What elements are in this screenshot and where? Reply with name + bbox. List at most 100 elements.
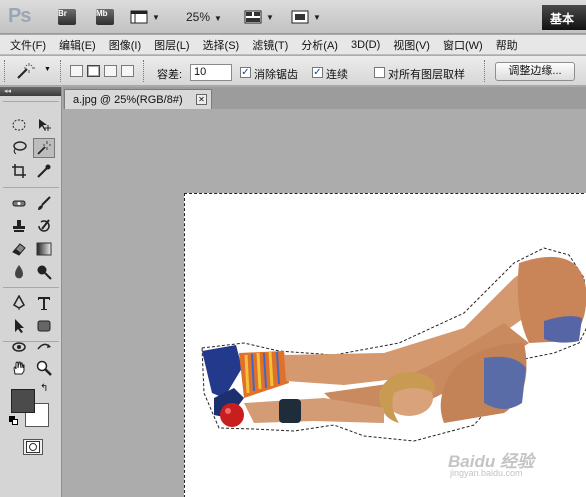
document-tab[interactable]: a.jpg @ 25%(RGB/8#) ✕ bbox=[64, 89, 212, 109]
brush-icon bbox=[38, 196, 51, 210]
3d-orbit-tool[interactable] bbox=[33, 337, 55, 357]
lasso-tool[interactable] bbox=[8, 138, 30, 158]
menu-3d[interactable]: 3D(D) bbox=[351, 39, 380, 51]
divider bbox=[60, 60, 62, 82]
hand-icon bbox=[13, 361, 25, 375]
chevron-down-icon: ▼ bbox=[214, 14, 222, 23]
view-extras-icon bbox=[130, 10, 148, 24]
menu-edit[interactable]: 编辑(E) bbox=[59, 37, 96, 53]
menu-file[interactable]: 文件(F) bbox=[10, 37, 46, 53]
view-extras-button[interactable]: ▼ bbox=[130, 8, 160, 26]
arrange-documents-icon bbox=[244, 10, 262, 24]
quick-mask-button[interactable] bbox=[23, 439, 43, 455]
history-brush-tool[interactable] bbox=[33, 216, 55, 236]
swap-colors-icon[interactable]: ↰ bbox=[40, 383, 48, 394]
menu-bar: 文件(F) 编辑(E) 图像(I) 图层(L) 选择(S) 滤镜(T) 分析(A… bbox=[0, 35, 586, 55]
photoshop-window: Ps Br Mb ▼ 25% ▼ ▼ ▼ 基本 文件(F) 编辑(E) 图像(I)… bbox=[0, 0, 586, 497]
refine-edge-button[interactable]: 调整边缘... bbox=[495, 62, 575, 81]
chevron-down-icon: ▼ bbox=[152, 12, 160, 22]
hand-tool[interactable] bbox=[8, 358, 30, 378]
document-title: a.jpg @ 25%(RGB/8#) bbox=[73, 94, 183, 106]
spot-healing-tool[interactable] bbox=[8, 193, 30, 213]
crop-tool[interactable] bbox=[8, 161, 30, 181]
chevron-down-icon: ▼ bbox=[313, 12, 321, 22]
dodge-tool[interactable] bbox=[33, 262, 55, 282]
tolerance-input[interactable]: 10 bbox=[190, 64, 232, 81]
magic-wand-icon bbox=[17, 63, 35, 79]
tool-preset-picker[interactable]: ▼ bbox=[14, 61, 51, 84]
antialias-checkbox[interactable]: ✓ bbox=[240, 67, 251, 78]
menu-select[interactable]: 选择(S) bbox=[203, 37, 240, 53]
eyedropper-tool[interactable] bbox=[33, 161, 55, 181]
menu-view[interactable]: 视图(V) bbox=[393, 37, 430, 53]
path-selection-tool[interactable] bbox=[8, 316, 30, 336]
mini-bridge-button[interactable]: Mb bbox=[96, 8, 114, 26]
bridge-icon: Br bbox=[58, 9, 76, 25]
path-selection-icon bbox=[15, 319, 24, 333]
type-icon bbox=[38, 297, 50, 310]
menu-help[interactable]: 帮助 bbox=[496, 37, 518, 53]
options-bar: ▼ 容差: 10 ✓ 消除锯齿 ✓ 连续 对所有图层取样 调整边缘... bbox=[0, 56, 586, 86]
brush-tool[interactable] bbox=[33, 193, 55, 213]
close-icon[interactable]: ✕ bbox=[196, 94, 207, 105]
tolerance-label: 容差: bbox=[157, 69, 183, 81]
history-brush-icon bbox=[38, 219, 50, 232]
contiguous-label: 连续 bbox=[326, 69, 348, 81]
divider bbox=[3, 287, 59, 288]
intersect-selection-button[interactable] bbox=[121, 65, 134, 77]
application-bar: Ps Br Mb ▼ 25% ▼ ▼ ▼ 基本 bbox=[0, 0, 586, 34]
menu-analysis[interactable]: 分析(A) bbox=[301, 37, 338, 53]
chevron-down-icon: ▼ bbox=[44, 66, 51, 73]
watermark-url: jingyan.baidu.com bbox=[450, 468, 523, 478]
add-to-selection-button[interactable] bbox=[87, 65, 100, 77]
pen-tool[interactable] bbox=[8, 293, 30, 313]
contiguous-checkbox[interactable]: ✓ bbox=[312, 67, 323, 78]
new-selection-button[interactable] bbox=[70, 65, 83, 77]
3d-rotate-icon bbox=[12, 342, 26, 352]
document-tab-bar: a.jpg @ 25%(RGB/8#) ✕ bbox=[63, 87, 586, 109]
divider bbox=[3, 187, 59, 188]
bridge-button[interactable]: Br bbox=[58, 8, 76, 26]
tools-panel-collapse[interactable]: ◂◂ bbox=[0, 87, 61, 96]
quick-mask-icon bbox=[26, 441, 40, 453]
screen-mode-icon bbox=[291, 10, 309, 24]
photoshop-logo: Ps bbox=[8, 5, 31, 27]
3d-rotate-tool[interactable] bbox=[8, 337, 30, 357]
marquee-icon bbox=[12, 119, 26, 131]
minibridge-icon: Mb bbox=[96, 9, 114, 25]
screen-mode-button[interactable]: ▼ bbox=[291, 8, 321, 26]
subtract-from-selection-button[interactable] bbox=[104, 65, 117, 77]
arrange-documents-button[interactable]: ▼ bbox=[244, 8, 274, 26]
menu-image[interactable]: 图像(I) bbox=[109, 37, 141, 53]
divider bbox=[3, 101, 59, 102]
eyedropper-icon bbox=[37, 164, 51, 178]
3d-orbit-icon bbox=[37, 343, 51, 350]
gradient-tool[interactable] bbox=[33, 239, 55, 259]
zoom-icon bbox=[36, 360, 52, 376]
menu-layer[interactable]: 图层(L) bbox=[154, 37, 189, 53]
canvas-area[interactable]: Baidu 经验 jingyan.baidu.com bbox=[63, 109, 586, 497]
move-tool[interactable] bbox=[33, 115, 55, 135]
magic-wand-tool[interactable] bbox=[33, 138, 55, 158]
blur-tool[interactable] bbox=[8, 262, 30, 282]
divider bbox=[484, 60, 486, 82]
marquee-tool[interactable] bbox=[8, 115, 30, 135]
sample-all-layers-checkbox[interactable] bbox=[374, 67, 385, 78]
clone-stamp-icon bbox=[13, 220, 25, 232]
default-colors-icon[interactable] bbox=[9, 416, 19, 426]
type-tool[interactable] bbox=[33, 293, 55, 313]
pen-icon bbox=[12, 295, 26, 310]
zoom-tool[interactable] bbox=[33, 358, 55, 378]
options-grip[interactable] bbox=[4, 60, 6, 82]
crop-icon bbox=[12, 164, 26, 178]
eraser-tool[interactable] bbox=[8, 239, 30, 259]
workspace-switcher[interactable]: 基本 bbox=[542, 5, 586, 30]
menu-filter[interactable]: 滤镜(T) bbox=[252, 37, 288, 53]
menu-window[interactable]: 窗口(W) bbox=[443, 37, 483, 53]
shape-tool[interactable] bbox=[33, 316, 55, 336]
eraser-icon bbox=[12, 243, 26, 256]
clone-stamp-tool[interactable] bbox=[8, 216, 30, 236]
foreground-color-swatch[interactable] bbox=[11, 389, 35, 413]
zoom-level[interactable]: 25% ▼ bbox=[186, 10, 222, 24]
lasso-icon bbox=[13, 141, 27, 155]
